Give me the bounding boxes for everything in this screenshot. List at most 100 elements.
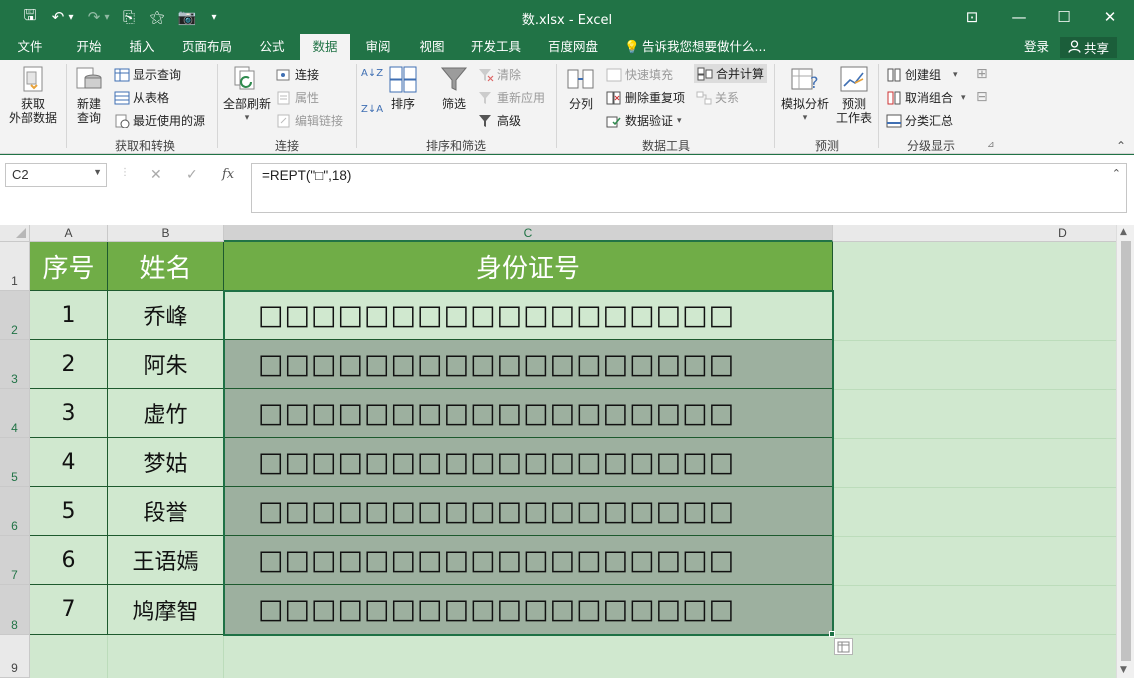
row-header-8[interactable]: 8 <box>0 585 30 635</box>
row-header-5[interactable]: 5 <box>0 438 30 487</box>
tab-view[interactable]: 视图 <box>408 34 456 60</box>
vertical-scrollbar[interactable]: ▲ ▼ <box>1116 225 1134 678</box>
column-header-d[interactable]: D <box>833 225 1134 242</box>
expand-formula-bar-icon[interactable]: ⌃ <box>1112 167 1121 180</box>
show-detail-button[interactable]: ⊞ <box>976 66 988 82</box>
tab-file[interactable]: 文件 <box>6 34 54 60</box>
relationships-button[interactable]: 关系 <box>696 89 739 106</box>
edit-links-button[interactable]: 编辑链接 <box>276 112 343 129</box>
table-cell-no[interactable]: 2 <box>30 340 108 389</box>
worksheet-grid[interactable]: A B C D 1 2 3 4 5 6 7 8 9 序号 姓名 身份证号 1 乔… <box>0 225 1134 678</box>
select-all-corner[interactable] <box>0 225 30 242</box>
table-cell-name[interactable]: 虚竹 <box>108 389 224 438</box>
name-box-dropdown-icon[interactable]: ▼ <box>93 167 102 177</box>
table-cell-name[interactable]: 段誉 <box>108 487 224 536</box>
tell-me-box[interactable]: 💡 告诉我您想要做什么... <box>624 34 766 60</box>
enter-icon[interactable]: ✓ <box>186 167 198 183</box>
ungroup-dropdown-icon[interactable]: ▾ <box>961 93 966 103</box>
filter-button[interactable]: 筛选 <box>436 64 472 111</box>
table-cell-name[interactable]: 王语嫣 <box>108 536 224 585</box>
remove-duplicates-button[interactable]: 删除重复项 <box>606 89 685 106</box>
show-queries-button[interactable]: 显示查询 <box>114 66 181 83</box>
table-cell-id[interactable]: □□□□□□□□□□□□□□□□□□ <box>224 487 833 536</box>
row-header-1[interactable]: 1 <box>0 242 30 291</box>
tab-developer[interactable]: 开发工具 <box>464 34 528 60</box>
cancel-icon[interactable]: ✕ <box>150 167 162 183</box>
table-cell-id[interactable]: □□□□□□□□□□□□□□□□□□ <box>224 291 833 340</box>
table-cell-name[interactable]: 乔峰 <box>108 291 224 340</box>
collapse-ribbon-icon[interactable]: ⌃ <box>1116 139 1126 153</box>
get-external-data-button[interactable]: 获取 外部数据 <box>2 64 64 125</box>
row-header-4[interactable]: 4 <box>0 389 30 438</box>
what-if-dropdown-icon[interactable]: ▾ <box>778 111 832 125</box>
from-table-button[interactable]: 从表格 <box>114 89 169 106</box>
table-cell-id[interactable]: □□□□□□□□□□□□□□□□□□ <box>224 438 833 487</box>
row-header-6[interactable]: 6 <box>0 487 30 536</box>
table-cell-no[interactable]: 5 <box>30 487 108 536</box>
tab-page-layout[interactable]: 页面布局 <box>174 34 240 60</box>
table-cell-no[interactable]: 1 <box>30 291 108 340</box>
subtotal-button[interactable]: 分类汇总 <box>886 112 953 129</box>
group-button[interactable]: 创建组 ▾ <box>886 66 958 83</box>
column-header-a[interactable]: A <box>30 225 108 242</box>
tab-formulas[interactable]: 公式 <box>248 34 296 60</box>
name-box[interactable]: C2 ▼ <box>5 163 107 187</box>
recent-sources-button[interactable]: 最近使用的源 <box>114 112 205 129</box>
table-cell-no[interactable]: 3 <box>30 389 108 438</box>
row-header-2[interactable]: 2 <box>0 291 30 340</box>
scroll-up-icon[interactable]: ▲ <box>1120 227 1127 237</box>
connections-button[interactable]: 连接 <box>276 66 319 83</box>
sign-in-link[interactable]: 登录 <box>1024 34 1049 60</box>
table-cell-name[interactable]: 梦姑 <box>108 438 224 487</box>
maximize-icon[interactable]: ☐ <box>1050 5 1078 29</box>
text-to-columns-button[interactable]: 分列 <box>561 64 601 111</box>
forecast-sheet-button[interactable]: 预测 工作表 <box>834 64 874 125</box>
data-validation-button[interactable]: 数据验证 ▾ <box>606 112 682 129</box>
outline-dialog-launcher-icon[interactable]: ⊿ <box>987 140 995 150</box>
table-cell-no[interactable]: 6 <box>30 536 108 585</box>
new-query-button[interactable]: 新建 查询 <box>70 64 108 125</box>
column-header-b[interactable]: B <box>108 225 224 242</box>
what-if-analysis-button[interactable]: ? 模拟分析 ▾ <box>778 64 832 125</box>
flash-fill-button[interactable]: 快速填充 <box>606 66 673 83</box>
table-cell-id[interactable]: □□□□□□□□□□□□□□□□□□ <box>224 389 833 438</box>
data-validation-dropdown-icon[interactable]: ▾ <box>677 116 682 126</box>
ungroup-button[interactable]: 取消组合 ▾ <box>886 89 966 106</box>
tab-review[interactable]: 审阅 <box>354 34 402 60</box>
scrollbar-thumb[interactable] <box>1121 241 1131 661</box>
group-dropdown-icon[interactable]: ▾ <box>953 70 958 80</box>
tab-baidu-netdisk[interactable]: 百度网盘 <box>540 34 606 60</box>
header-cell-name[interactable]: 姓名 <box>108 242 224 291</box>
properties-button[interactable]: 属性 <box>276 89 319 106</box>
tab-insert[interactable]: 插入 <box>118 34 166 60</box>
close-icon[interactable]: ✕ <box>1096 5 1124 29</box>
ribbon-display-options-icon[interactable]: ⊡ <box>958 5 986 29</box>
quick-analysis-icon[interactable] <box>834 638 853 655</box>
tab-home[interactable]: 开始 <box>64 34 114 60</box>
table-cell-name[interactable]: 鸠摩智 <box>108 585 224 635</box>
table-cell-name[interactable]: 阿朱 <box>108 340 224 389</box>
table-cell-id[interactable]: □□□□□□□□□□□□□□□□□□ <box>224 585 833 635</box>
table-cell-id[interactable]: □□□□□□□□□□□□□□□□□□ <box>224 340 833 389</box>
minimize-icon[interactable]: — <box>1005 5 1033 29</box>
tab-data[interactable]: 数据 <box>300 34 350 60</box>
header-cell-id[interactable]: 身份证号 <box>224 242 833 291</box>
table-cell-no[interactable]: 7 <box>30 585 108 635</box>
formula-input[interactable]: =REPT("□",18) ⌃ <box>251 163 1127 213</box>
reapply-button[interactable]: 重新应用 <box>478 89 545 106</box>
table-cell-no[interactable]: 4 <box>30 438 108 487</box>
header-cell-no[interactable]: 序号 <box>30 242 108 291</box>
clear-filter-button[interactable]: 清除 <box>478 66 521 83</box>
share-button[interactable]: 共享 <box>1060 37 1117 58</box>
row-header-3[interactable]: 3 <box>0 340 30 389</box>
refresh-dropdown-icon[interactable]: ▾ <box>220 111 274 125</box>
advanced-filter-button[interactable]: 高级 <box>478 112 521 129</box>
scroll-down-icon[interactable]: ▼ <box>1120 665 1127 675</box>
consolidate-button[interactable]: 合并计算 <box>694 64 768 83</box>
row-header-9[interactable]: 9 <box>0 635 30 678</box>
sort-descending-button[interactable]: Z↓A <box>361 104 383 115</box>
hide-detail-button[interactable]: ⊟ <box>976 89 988 105</box>
insert-function-icon[interactable]: fx <box>222 167 234 182</box>
row-header-7[interactable]: 7 <box>0 536 30 585</box>
fill-handle[interactable] <box>829 631 835 637</box>
